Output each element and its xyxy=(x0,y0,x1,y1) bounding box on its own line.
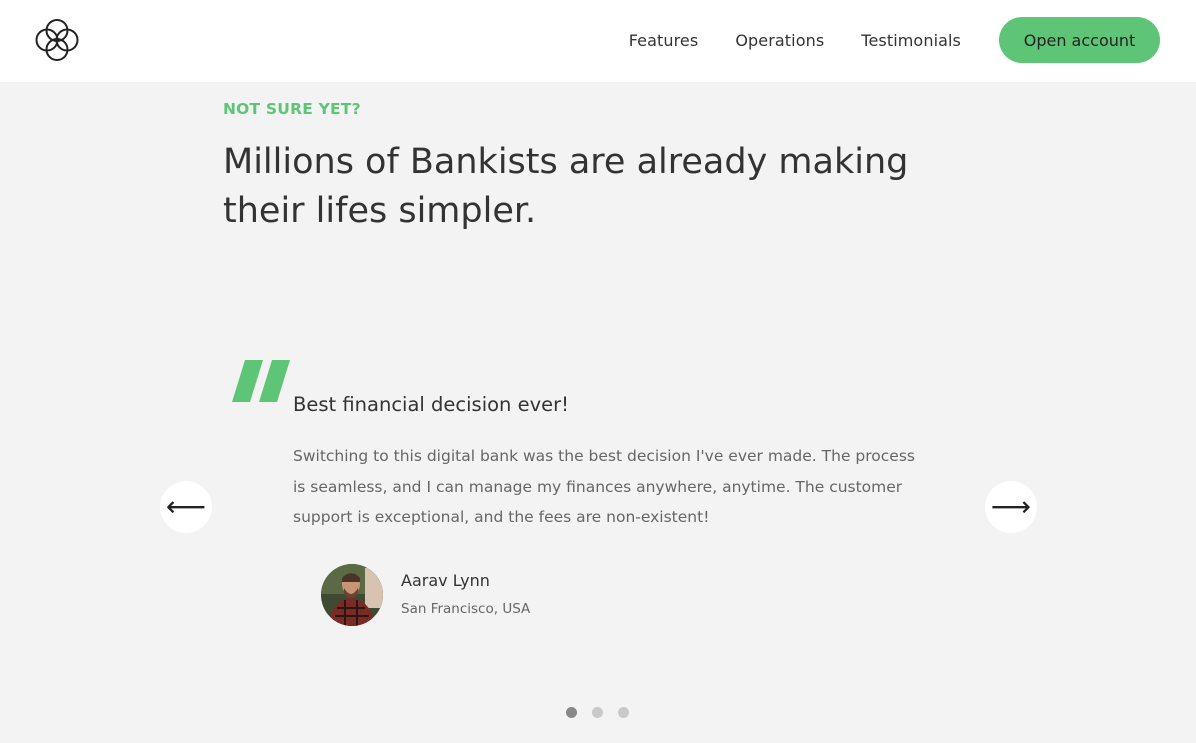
arrow-left-icon: ⟵ xyxy=(165,490,207,523)
nav-link-features[interactable]: Features xyxy=(629,31,699,50)
nav-link-operations[interactable]: Operations xyxy=(735,31,824,50)
author-avatar xyxy=(321,564,383,626)
slider-dot-1[interactable] xyxy=(566,707,577,718)
author-name: Aarav Lynn xyxy=(401,571,490,590)
nav-links: Features Operations Testimonials Open ac… xyxy=(629,17,1160,63)
testimonial-heading: Best financial decision ever! xyxy=(293,393,569,416)
quote-mark-icon xyxy=(232,360,290,402)
section-title: Millions of Bankists are already making … xyxy=(223,142,909,231)
open-account-button[interactable]: Open account xyxy=(999,17,1160,63)
slider-dot-3[interactable] xyxy=(618,707,629,718)
slider-dots xyxy=(566,707,644,718)
top-navigation: Features Operations Testimonials Open ac… xyxy=(0,0,1196,82)
slider-next-button[interactable]: ⟶ xyxy=(985,481,1037,533)
arrow-right-icon: ⟶ xyxy=(990,490,1032,523)
testimonial-text: Switching to this digital bank was the b… xyxy=(293,447,915,526)
slider-dot-2[interactable] xyxy=(592,707,603,718)
section-tag: NOT SURE YET? xyxy=(223,100,361,118)
bankist-logo-icon[interactable] xyxy=(34,18,80,62)
nav-link-testimonials[interactable]: Testimonials xyxy=(861,31,961,50)
author-location: San Francisco, USA xyxy=(401,601,531,617)
slider-prev-button[interactable]: ⟵ xyxy=(160,481,212,533)
